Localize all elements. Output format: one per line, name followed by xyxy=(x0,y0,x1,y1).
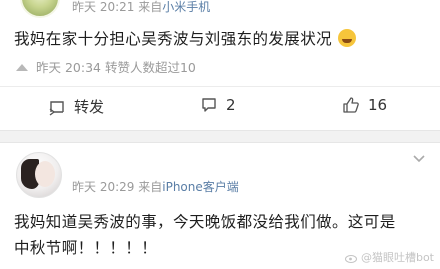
post-time: 昨天 20:29 xyxy=(72,180,135,194)
repost-label: 转发 xyxy=(74,98,105,116)
repost-button[interactable]: 转发 xyxy=(48,96,104,117)
avatar-face xyxy=(35,161,55,187)
post-meta: 昨天 20:29 来自iPhone客户端 xyxy=(72,178,239,195)
post-time: 昨天 20:21 xyxy=(72,0,135,14)
post-text-line: 我妈知道吴秀波的事，今天晚饭都没给我们做。这可是 xyxy=(14,213,396,231)
source-prefix: 来自 xyxy=(138,180,163,194)
post-source-link[interactable]: 小米手机 xyxy=(162,0,210,14)
post-source-link[interactable]: iPhone客户端 xyxy=(162,180,239,194)
action-bar: 转发 2 16 xyxy=(0,92,440,124)
like-count: 16 xyxy=(368,96,388,114)
repost-icon xyxy=(49,100,64,116)
comment-count: 2 xyxy=(226,96,236,114)
weibo-logo-icon xyxy=(344,254,357,263)
laughing-emoji-icon xyxy=(338,29,357,47)
divider xyxy=(0,86,440,87)
repost-note: 昨天 20:34 转赞人数超过10 xyxy=(14,57,196,76)
post-text-content: 我妈在家十分担心吴秀波与刘强东的发展状况 xyxy=(14,30,333,48)
watermark-text: @猫眼吐槽bot xyxy=(360,251,434,264)
post-separator xyxy=(0,130,440,143)
chevron-down-icon[interactable] xyxy=(412,154,426,164)
watermark: @猫眼吐槽bot xyxy=(344,249,434,265)
comment-button[interactable]: 2 xyxy=(200,96,236,114)
post-text: 我妈在家十分担心吴秀波与刘强东的发展状况 xyxy=(14,27,357,49)
post-meta: 昨天 20:21 来自小米手机 xyxy=(72,0,210,15)
like-button[interactable]: 16 xyxy=(342,96,387,114)
caret-up-icon xyxy=(16,63,28,71)
comment-icon xyxy=(202,98,216,112)
avatar[interactable] xyxy=(20,0,60,18)
post-text-line: 中秋节啊！！！！！ xyxy=(14,239,158,257)
thumbs-up-icon xyxy=(343,97,359,113)
avatar[interactable] xyxy=(16,152,62,198)
source-prefix: 来自 xyxy=(138,0,163,14)
repost-note-text: 昨天 20:34 转赞人数超过10 xyxy=(36,60,196,75)
